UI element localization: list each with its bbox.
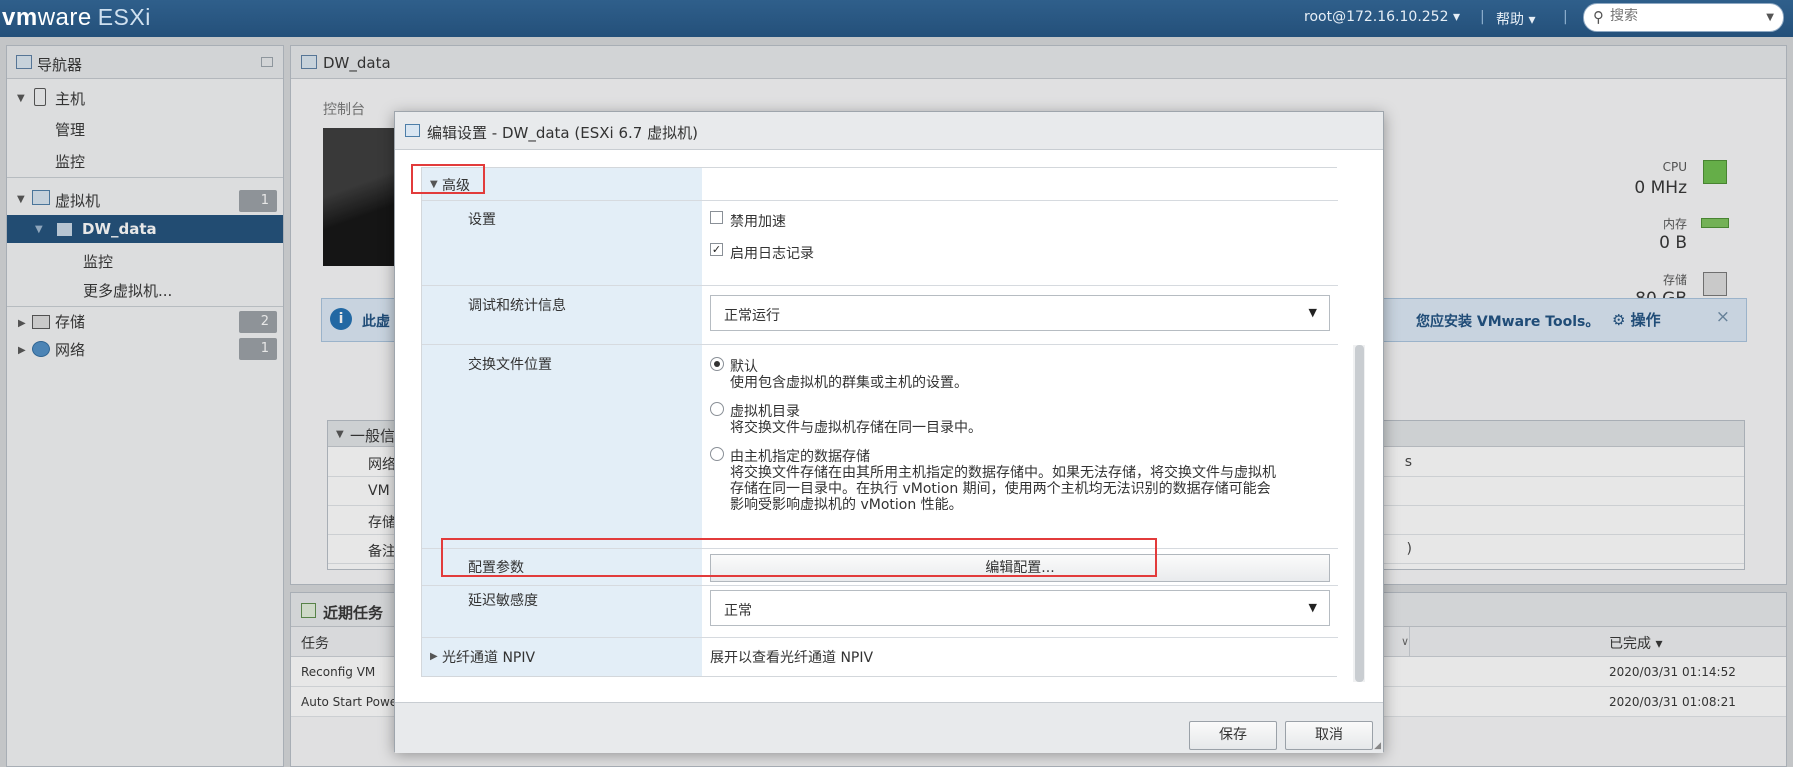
npiv-label[interactable]: 光纤通道 NPIV bbox=[442, 647, 535, 667]
swap-label: 交换文件位置 bbox=[468, 357, 552, 373]
swap-default-radio[interactable] bbox=[710, 357, 724, 371]
search-input[interactable] bbox=[1610, 8, 1750, 24]
dialog-title: 编辑设置 - DW_data (ESXi 6.7 虚拟机) bbox=[427, 124, 698, 142]
logo-vm: vm bbox=[2, 4, 38, 31]
settings-label-cell: 设置 bbox=[422, 201, 702, 285]
logo-ware: ware bbox=[37, 4, 92, 31]
help-menu[interactable]: 帮助 ▾ bbox=[1496, 9, 1535, 29]
dialog-body: ▼ 高级 设置 禁用加速 ✓ 启用日志记录 调试和统计信息 正常运行 ▼ 交换文… bbox=[421, 167, 1338, 677]
swap-vmdir-desc: 将交换文件与虚拟机存储在同一目录中。 bbox=[730, 420, 982, 436]
npiv-label-cell[interactable]: ▶ 光纤通道 NPIV bbox=[422, 638, 702, 676]
npiv-value-cell: 展开以查看光纤通道 NPIV bbox=[702, 638, 1338, 676]
settings-label: 设置 bbox=[468, 212, 496, 228]
expand-npiv-icon[interactable]: ▶ bbox=[430, 651, 438, 662]
top-separator: | bbox=[1480, 9, 1485, 25]
user-menu[interactable]: root@172.16.10.252 ▾ bbox=[1304, 9, 1460, 25]
top-separator-2: | bbox=[1563, 9, 1568, 25]
swap-value-cell: 默认 使用包含虚拟机的群集或主机的设置。 虚拟机目录 将交换文件与虚拟机存储在同… bbox=[702, 345, 1338, 548]
latency-select[interactable]: 正常 ▼ bbox=[710, 590, 1330, 626]
dialog-footer: 保存 取消 ◢ bbox=[395, 702, 1383, 753]
dialog-titlebar[interactable]: 编辑设置 - DW_data (ESXi 6.7 虚拟机) bbox=[395, 112, 1383, 150]
debug-select-value: 正常运行 bbox=[724, 308, 780, 324]
npiv-value: 展开以查看光纤通道 NPIV bbox=[710, 650, 874, 666]
highlight-config bbox=[441, 538, 1157, 577]
debug-select[interactable]: 正常运行 ▼ bbox=[710, 295, 1330, 331]
chevron-down-icon[interactable]: ▼ bbox=[1766, 12, 1774, 23]
latency-value-cell: 正常 ▼ bbox=[702, 586, 1338, 637]
vm-dialog-icon bbox=[405, 124, 420, 137]
swap-label-cell: 交换文件位置 bbox=[422, 345, 702, 548]
dropdown-arrow-icon: ▼ bbox=[1308, 306, 1317, 319]
latency-label: 延迟敏感度 bbox=[468, 593, 538, 609]
swap-host-desc-3: 影响受影响虚拟机的 vMotion 性能。 bbox=[730, 497, 963, 513]
disable-accel-checkbox[interactable] bbox=[710, 211, 723, 224]
advanced-header-value bbox=[702, 168, 1338, 200]
debug-value-cell: 正常运行 ▼ bbox=[702, 286, 1338, 344]
logo-esxi: ESXi bbox=[97, 4, 151, 30]
swap-host-radio[interactable] bbox=[710, 447, 724, 461]
enable-logging-checkbox[interactable]: ✓ bbox=[710, 243, 723, 256]
swap-default-desc: 使用包含虚拟机的群集或主机的设置。 bbox=[730, 375, 968, 391]
search-box[interactable]: ⚲ ▼ bbox=[1583, 3, 1784, 32]
dropdown-arrow-icon: ▼ bbox=[1308, 601, 1317, 614]
debug-label-cell: 调试和统计信息 bbox=[422, 286, 702, 344]
highlight-advanced bbox=[411, 164, 485, 194]
scrollbar-thumb[interactable] bbox=[1355, 345, 1364, 682]
save-button[interactable]: 保存 bbox=[1189, 721, 1277, 750]
vmware-esxi-logo: vmware ESXi bbox=[2, 4, 151, 32]
latency-select-value: 正常 bbox=[724, 603, 752, 619]
enable-logging-label[interactable]: 启用日志记录 bbox=[730, 243, 814, 263]
edit-settings-dialog: 编辑设置 - DW_data (ESXi 6.7 虚拟机) ▼ 高级 设置 禁用… bbox=[394, 111, 1384, 753]
debug-label: 调试和统计信息 bbox=[468, 298, 566, 314]
latency-label-cell: 延迟敏感度 bbox=[422, 586, 702, 637]
search-icon: ⚲ bbox=[1593, 8, 1604, 26]
swap-vmdir-radio[interactable] bbox=[710, 402, 724, 416]
settings-value-cell: 禁用加速 ✓ 启用日志记录 bbox=[702, 201, 1338, 285]
top-bar: vmware ESXi root@172.16.10.252 ▾ | 帮助 ▾ |… bbox=[0, 0, 1793, 37]
disable-accel-label[interactable]: 禁用加速 bbox=[730, 211, 786, 231]
resize-handle-icon[interactable]: ◢ bbox=[1374, 741, 1381, 751]
cancel-button[interactable]: 取消 bbox=[1285, 721, 1373, 750]
